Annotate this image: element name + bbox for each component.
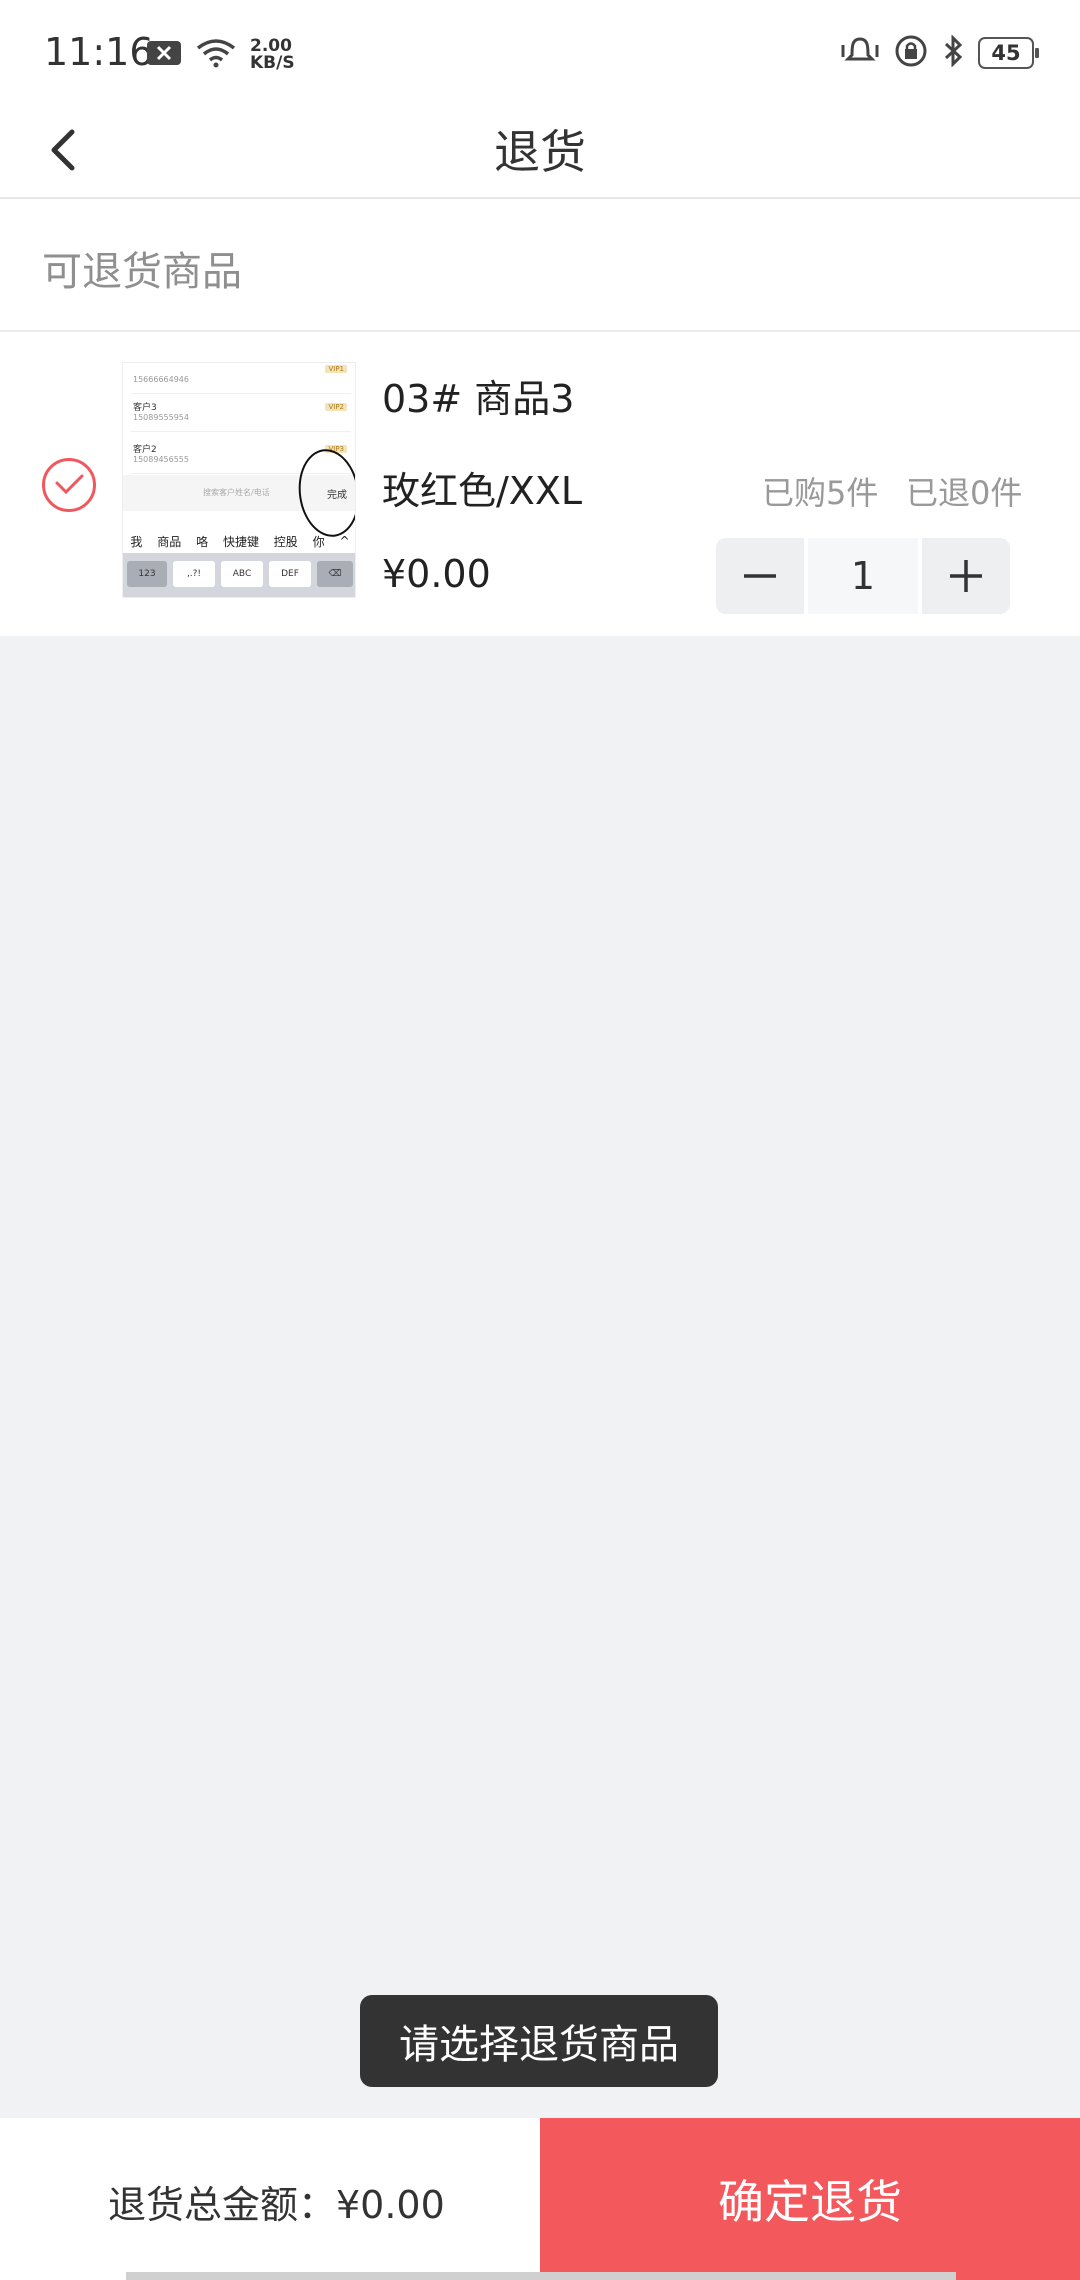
purchased-count: 已购5件 <box>762 474 879 512</box>
status-bar: 11:16 2.00 KB/S 45 <box>0 0 1080 100</box>
returned-count: 已退0件 <box>906 474 1023 512</box>
product-name: 03# 商品3 <box>382 377 575 421</box>
thumbnail-candidates: 我 商品 咯 快捷键 控股 你 ^ <box>130 534 350 549</box>
minus-icon <box>744 574 776 578</box>
notification-icon <box>146 40 182 70</box>
top-nav-bar: 退货 <box>0 100 1080 199</box>
status-right-icons: 45 <box>840 34 1039 72</box>
status-left-icons: 2.00 KB/S <box>146 38 295 72</box>
thumbnail-row: 15666664946 VIP1 <box>131 363 351 394</box>
status-time: 11:16 <box>44 30 154 74</box>
quantity-input[interactable]: 1 <box>808 538 918 614</box>
home-indicator[interactable] <box>126 2272 956 2280</box>
thumbnail-keyboard: 123 ,.?! ABC DEF ⌫ <box>123 553 355 597</box>
return-total-amount: 退货总金额：¥0.00 <box>108 2183 445 2227</box>
product-item[interactable]: 15666664946 VIP1 客户3 15089555954 VIP2 客户… <box>0 332 1080 636</box>
product-thumbnail: 15666664946 VIP1 客户3 15089555954 VIP2 客户… <box>122 362 356 598</box>
rotation-lock-icon <box>894 34 928 72</box>
confirm-return-button[interactable]: 确定退货 <box>540 2118 1080 2280</box>
vibrate-icon <box>840 35 880 71</box>
section-header: 可退货商品 <box>0 199 1080 332</box>
page-title: 退货 <box>494 125 586 179</box>
thumbnail-row: 客户3 15089555954 VIP2 <box>131 397 351 432</box>
select-checkbox[interactable] <box>42 458 96 512</box>
increase-button[interactable] <box>922 538 1010 614</box>
check-icon <box>55 474 84 495</box>
decrease-button[interactable] <box>716 538 804 614</box>
wifi-icon <box>196 38 236 72</box>
bluetooth-icon <box>942 34 964 71</box>
net-speed: 2.00 KB/S <box>250 38 295 72</box>
bottom-action-bar: 退货总金额：¥0.00 确定退货 <box>0 2118 1080 2280</box>
quantity-stepper: 1 <box>716 538 1014 614</box>
plus-icon <box>950 560 982 592</box>
product-spec: 玫红色/XXL <box>382 469 583 513</box>
product-price: ¥0.00 <box>382 552 491 596</box>
section-label: 可退货商品 <box>42 249 242 295</box>
toast-message: 请选择退货商品 <box>360 1995 718 2087</box>
battery-icon: 45 <box>978 37 1039 69</box>
net-speed-unit: KB/S <box>250 53 295 73</box>
